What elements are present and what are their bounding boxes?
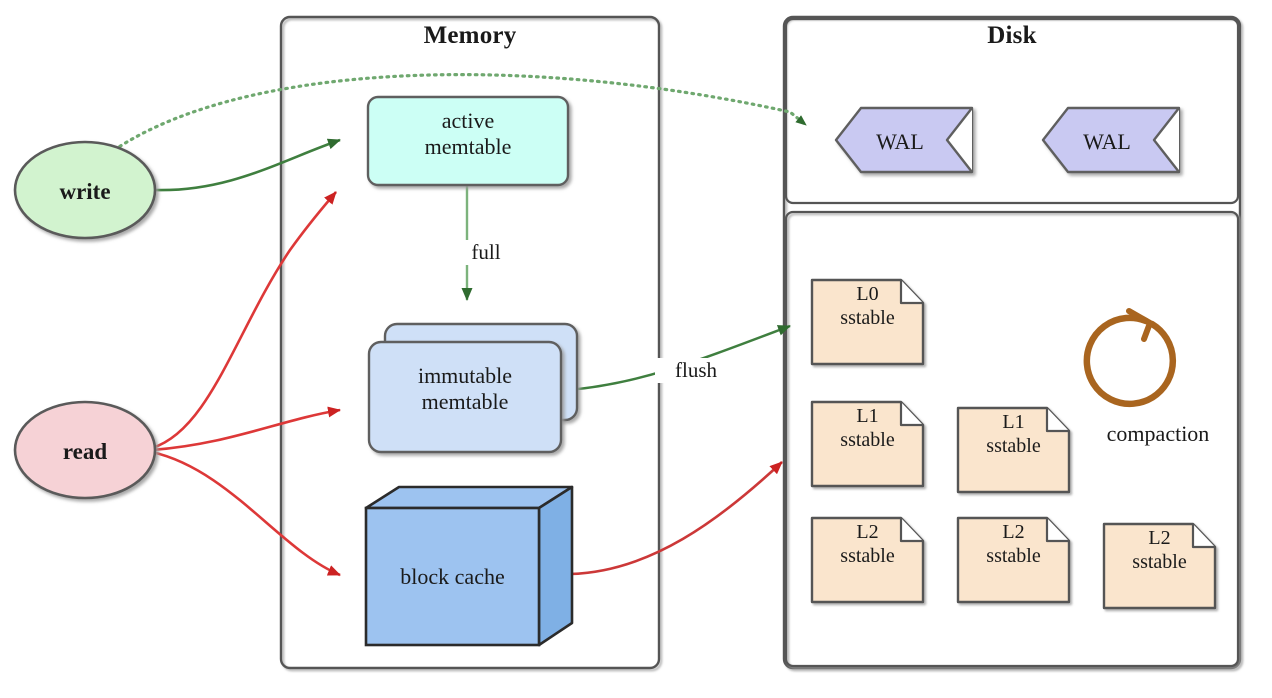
edge-read-to-active-memtable (151, 191, 337, 450)
node-read[interactable] (13, 400, 157, 500)
node-sstable-l2-3[interactable] (1102, 522, 1217, 610)
node-active-memtable[interactable] (366, 95, 570, 187)
compaction-icon (1083, 308, 1177, 408)
diagram-vector-layer: WAL (dotted light green, long sweeping c… (13, 15, 1242, 670)
node-sstable-l0-1[interactable] (810, 278, 925, 366)
edge-block-cache-to-l1 (569, 461, 783, 576)
node-write[interactable] (13, 140, 157, 240)
edge-immutable-to-l0 (567, 324, 791, 392)
diagram-canvas: WAL (dotted light green, long sweeping c… (0, 0, 1272, 698)
node-immutable-memtable[interactable] (367, 322, 579, 454)
node-wal-1[interactable] (834, 106, 974, 174)
node-wal-2[interactable] (1041, 106, 1181, 174)
node-block-cache[interactable] (364, 485, 574, 647)
node-sstable-l2-2[interactable] (956, 516, 1071, 604)
node-sstable-l1-1[interactable] (810, 400, 925, 488)
edge-write-to-active-memtable (154, 138, 341, 192)
edge-read-to-block-cache (151, 450, 341, 577)
node-sstable-l1-2[interactable] (956, 406, 1071, 494)
node-sstable-l2-1[interactable] (810, 516, 925, 604)
